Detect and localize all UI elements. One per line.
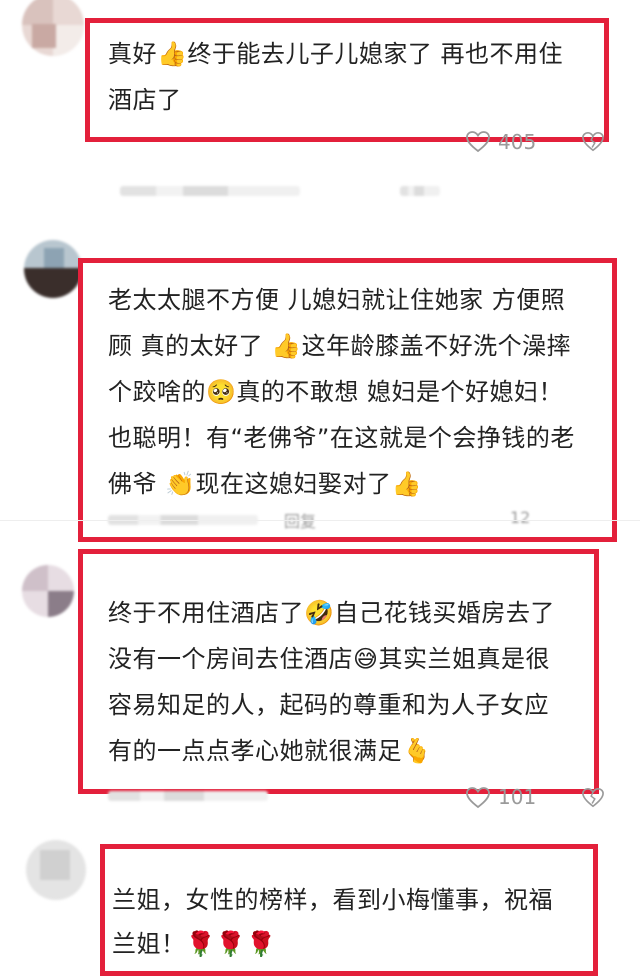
avatar[interactable] xyxy=(26,840,86,900)
comment-text-line: 也聪明！有“老佛爷”在这就是个会挣钱的老 xyxy=(108,424,575,452)
comment-2: 老太太腿不方便 儿媳妇就让住她家 方便照 顾 真的太好了 👍这年龄膝盖不好洗个澡… xyxy=(0,230,640,542)
dislike-icon xyxy=(582,132,604,152)
comment-4: 兰姐，女性的榜样，看到小梅懂事，祝福 兰姐！🌹🌹🌹 xyxy=(0,830,640,976)
comment-text-line: 真好👍终于能去儿子儿媳家了 再也不用住 xyxy=(108,40,564,68)
blurred-meta xyxy=(108,791,268,801)
dislike-button[interactable] xyxy=(582,131,604,153)
like-count: 12 xyxy=(510,508,531,527)
comment-text-line: 老太太腿不方便 儿媳妇就让住她家 方便照 xyxy=(108,286,566,314)
comment-text-line: 有的一点点孝心她就很满足🫰 xyxy=(108,737,433,765)
comment-text-line: 佛爷 👏现在这媳妇娶对了👍 xyxy=(108,470,422,498)
heart-outline-icon xyxy=(466,131,490,153)
comment-text-line: 兰姐，女性的榜样，看到小梅懂事，祝福 xyxy=(112,886,553,914)
dislike-button[interactable] xyxy=(582,787,604,809)
comment-text-line: 顾 真的太好了 👍这年龄膝盖不好洗个澡摔 xyxy=(108,332,572,360)
comment-text-line: 酒店了 xyxy=(108,86,182,114)
blurred-meta xyxy=(400,186,440,196)
divider xyxy=(0,520,640,521)
avatar[interactable] xyxy=(22,565,74,617)
heart-outline-icon xyxy=(466,787,490,809)
comment-text-line: 兰姐！🌹🌹🌹 xyxy=(112,930,277,958)
like-count: 101 xyxy=(498,785,537,809)
comment-1: 真好👍终于能去儿子儿媳家了 再也不用住 酒店了 405 xyxy=(0,0,640,210)
comment-text-line: 没有一个房间去住酒店😅其实兰姐真是很 xyxy=(108,645,551,673)
like-button[interactable] xyxy=(466,131,490,153)
like-button[interactable] xyxy=(466,787,490,809)
like-count: 405 xyxy=(498,130,537,154)
dislike-icon xyxy=(582,788,604,808)
comment-text-line: 容易知足的人，起码的尊重和为人子女应 xyxy=(108,691,549,719)
avatar[interactable] xyxy=(22,0,84,56)
avatar[interactable] xyxy=(24,240,82,298)
comment-3: 终于不用住酒店了🤣自己花钱买婚房去了 没有一个房间去住酒店😅其实兰姐真是很 容易… xyxy=(0,545,640,825)
comment-text-line: 个跤啥的🥺真的不敢想 媳妇是个好媳妇！ xyxy=(108,378,564,406)
comment-text-line: 终于不用住酒店了🤣自己花钱买婚房去了 xyxy=(108,599,555,627)
blurred-meta xyxy=(120,186,300,196)
